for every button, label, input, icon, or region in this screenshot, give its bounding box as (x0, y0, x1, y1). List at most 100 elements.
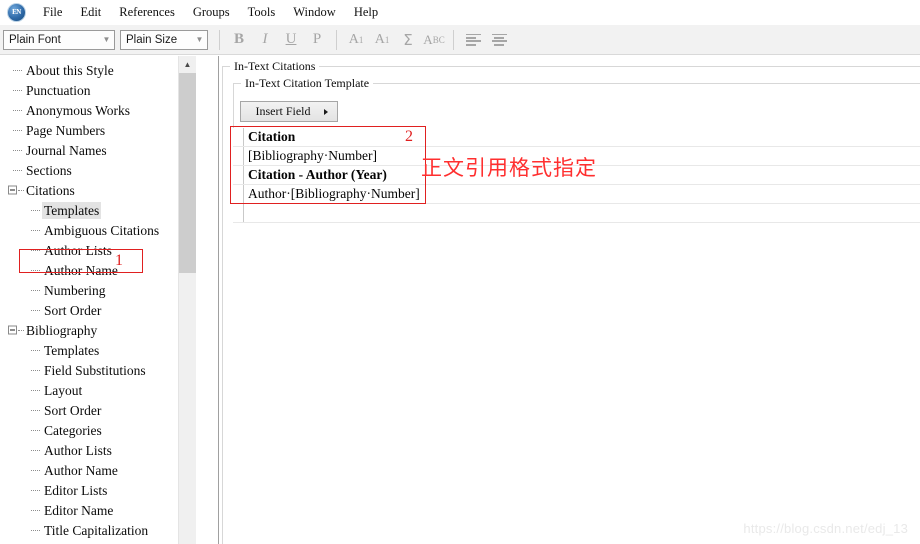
sidebar-item-label: Sort Order (44, 302, 102, 318)
sidebar-item-categories[interactable]: Categories (0, 420, 196, 440)
sidebar-item-title-capitalization[interactable]: Title Capitalization (0, 520, 196, 540)
align-center-icon (491, 33, 507, 46)
sidebar-item-author-lists[interactable]: Author Lists (0, 440, 196, 460)
sidebar-item-author-name[interactable]: Author Name (0, 460, 196, 480)
sidebar-item-label: Numbering (44, 282, 106, 298)
font-size-select[interactable]: Plain Size ▼ (120, 29, 208, 50)
tree-collapse-icon[interactable] (8, 325, 17, 335)
sidebar-item-numbering[interactable]: Numbering (0, 280, 196, 300)
menu-item-file[interactable]: File (34, 2, 71, 23)
scroll-up-arrow-icon[interactable]: ▲ (179, 56, 196, 73)
sidebar-item-label: About this Style (26, 62, 114, 78)
spellcheck-base: A (423, 31, 433, 47)
sidebar-item-anonymous-works[interactable]: Anonymous Works (0, 100, 196, 120)
endnote-app-icon (7, 2, 26, 22)
sidebar-item-bibliography[interactable]: Bibliography (0, 320, 196, 340)
tree-collapse-icon[interactable] (8, 185, 17, 195)
sidebar-item-label: Sort Order (44, 402, 102, 418)
row-gutter (233, 128, 244, 146)
tree-scrollbar[interactable]: ▲ (178, 56, 196, 544)
formatting-toolbar: Plain Font ▼ Plain Size ▼ B I U P A1 A1 … (0, 25, 920, 55)
tree-dash (18, 330, 24, 331)
sidebar-item-page-numbers[interactable]: Page Numbers (0, 120, 196, 140)
menu-item-edit[interactable]: Edit (71, 2, 110, 23)
style-tree: About this Style Punctuation Anonymous Wor… (0, 56, 196, 540)
sidebar-item-label: Sections (26, 162, 72, 178)
template-definition-row[interactable]: [Bibliography·Number] (233, 147, 920, 166)
sidebar-item-citations[interactable]: Citations (0, 180, 196, 200)
sidebar-item-sort-order[interactable]: Sort Order (0, 400, 196, 420)
sidebar-item-sections[interactable]: Sections (0, 160, 196, 180)
sidebar-item-label: Punctuation (26, 82, 91, 98)
sidebar-item-label: Field Substitutions (44, 362, 146, 378)
template-row-text: Citation - Author (Year) (248, 167, 387, 182)
menu-item-groups[interactable]: Groups (184, 2, 239, 23)
sidebar-item-sort-order[interactable]: Sort Order (0, 300, 196, 320)
sidebar-item-label: Citations (26, 182, 75, 198)
chevron-down-icon: ▼ (102, 34, 111, 44)
sidebar-item-author-lists[interactable]: Author Lists (0, 240, 196, 260)
menu-item-references[interactable]: References (110, 2, 184, 23)
sidebar-item-label: Layout (44, 382, 83, 398)
sidebar-item-journal-names[interactable]: Journal Names (0, 140, 196, 160)
superscript-mark: 1 (358, 34, 364, 45)
toolbar-divider (336, 29, 337, 50)
template-reference-type-row[interactable]: Citation - Author (Year) (233, 166, 920, 185)
row-gutter (233, 204, 244, 222)
pane-splitter[interactable] (197, 56, 218, 544)
caret-right-icon (324, 108, 328, 115)
subscript-mark: 1 (384, 34, 390, 45)
superscript-button[interactable]: A1 (343, 28, 369, 52)
sidebar-item-about-this-style[interactable]: About this Style (0, 60, 196, 80)
font-family-value: Plain Font (9, 33, 61, 46)
template-row-text: Citation (248, 129, 296, 144)
sidebar-item-editor-name[interactable]: Editor Name (0, 500, 196, 520)
insert-field-button[interactable]: Insert Field (240, 101, 338, 122)
align-center-button[interactable] (486, 28, 512, 52)
sidebar-item-ambiguous-citations[interactable]: Ambiguous Citations (0, 220, 196, 240)
sidebar-item-punctuation[interactable]: Punctuation (0, 80, 196, 100)
sidebar-item-layout[interactable]: Layout (0, 380, 196, 400)
spellcheck-button[interactable]: A BC (421, 28, 447, 52)
sidebar-item-label: Page Numbers (26, 122, 106, 138)
tree-dash (18, 190, 24, 191)
font-size-value: Plain Size (126, 33, 178, 46)
insert-field-label: Insert Field (255, 104, 311, 118)
sidebar-item-label: Journal Names (26, 142, 107, 158)
bold-button[interactable]: B (226, 28, 252, 52)
sidebar-item-templates[interactable]: Templates (0, 200, 196, 220)
superscript-base: A (348, 31, 359, 47)
underline-button[interactable]: U (278, 28, 304, 52)
subscript-button[interactable]: A1 (369, 28, 395, 52)
sidebar-item-label: Ambiguous Citations (44, 222, 160, 238)
template-reference-type-row[interactable]: Citation (233, 128, 920, 147)
template-row-text: [Bibliography·Number] (248, 148, 377, 163)
sidebar-item-label: Templates (42, 201, 102, 219)
font-family-select[interactable]: Plain Font ▼ (3, 29, 115, 50)
citation-template-editor[interactable]: Citation [Bibliography·Number] Citation - … (233, 128, 920, 544)
sidebar-item-label: Editor Name (44, 502, 114, 518)
sidebar-item-label: Author Lists (44, 442, 112, 458)
menu-item-help[interactable]: Help (345, 2, 387, 23)
sidebar-item-label: Author Name (44, 462, 118, 478)
menu-item-tools[interactable]: Tools (239, 2, 285, 23)
template-definition-row[interactable] (233, 204, 920, 223)
sidebar-item-editor-lists[interactable]: Editor Lists (0, 480, 196, 500)
symbol-button[interactable]: Σ (395, 28, 421, 52)
sidebar-item-label: Author Name (44, 262, 118, 278)
menu-item-window[interactable]: Window (284, 2, 345, 23)
row-gutter (233, 147, 244, 165)
sidebar-item-author-name[interactable]: Author Name (0, 260, 196, 280)
plain-button[interactable]: P (304, 28, 330, 52)
sidebar-item-field-substitutions[interactable]: Field Substitutions (0, 360, 196, 380)
template-definition-row[interactable]: Author·[Bibliography·Number] (233, 185, 920, 204)
row-gutter (233, 185, 244, 203)
align-left-button[interactable] (460, 28, 486, 52)
scrollbar-thumb[interactable] (179, 73, 196, 273)
italic-button[interactable]: I (252, 28, 278, 52)
sidebar-item-templates[interactable]: Templates (0, 340, 196, 360)
align-left-icon (465, 33, 481, 46)
chevron-down-icon: ▼ (195, 34, 204, 44)
menu-bar: File Edit References Groups Tools Window… (0, 0, 920, 25)
toolbar-divider (219, 29, 220, 50)
